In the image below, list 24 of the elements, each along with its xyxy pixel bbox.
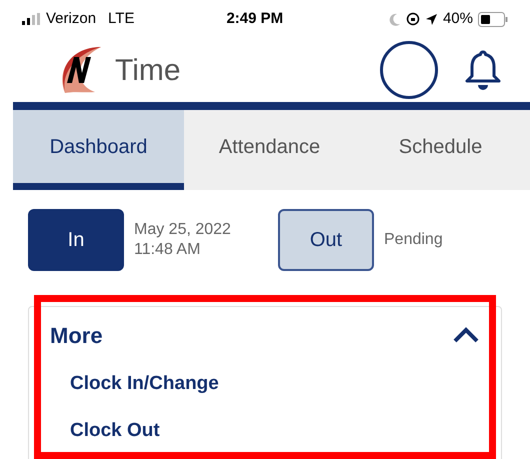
signal-icon — [22, 13, 42, 25]
punch-status-text: Pending — [384, 230, 443, 250]
more-toggle[interactable]: More — [50, 309, 479, 361]
clock-time: 2:49 PM — [226, 8, 284, 29]
rotation-lock-icon — [406, 12, 420, 26]
battery-percent: 40% — [442, 8, 473, 29]
punch-status-text: May 25, 2022 — [134, 220, 231, 240]
notification-bell-icon[interactable] — [464, 48, 502, 92]
battery-icon — [478, 12, 508, 26]
punch-status-text: 11:48 AM — [134, 240, 202, 260]
menu-link[interactable]: Clock Out — [70, 417, 160, 446]
network-type: LTE — [108, 8, 134, 29]
tab[interactable]: Dashboard — [13, 110, 184, 190]
location-arrow-icon — [424, 12, 438, 26]
tab[interactable]: Attendance — [184, 110, 355, 190]
punch-button[interactable]: In — [28, 209, 124, 271]
avatar-button[interactable] — [380, 41, 438, 99]
chevron-up-icon — [453, 327, 479, 343]
punch-button[interactable]: Out — [278, 209, 374, 271]
menu-link[interactable]: Clock In/Change — [70, 370, 219, 399]
moon-icon — [388, 12, 401, 26]
tab[interactable]: Schedule — [355, 110, 526, 190]
app-title: Time — [115, 52, 181, 88]
carrier-name: Verizon — [46, 8, 96, 29]
